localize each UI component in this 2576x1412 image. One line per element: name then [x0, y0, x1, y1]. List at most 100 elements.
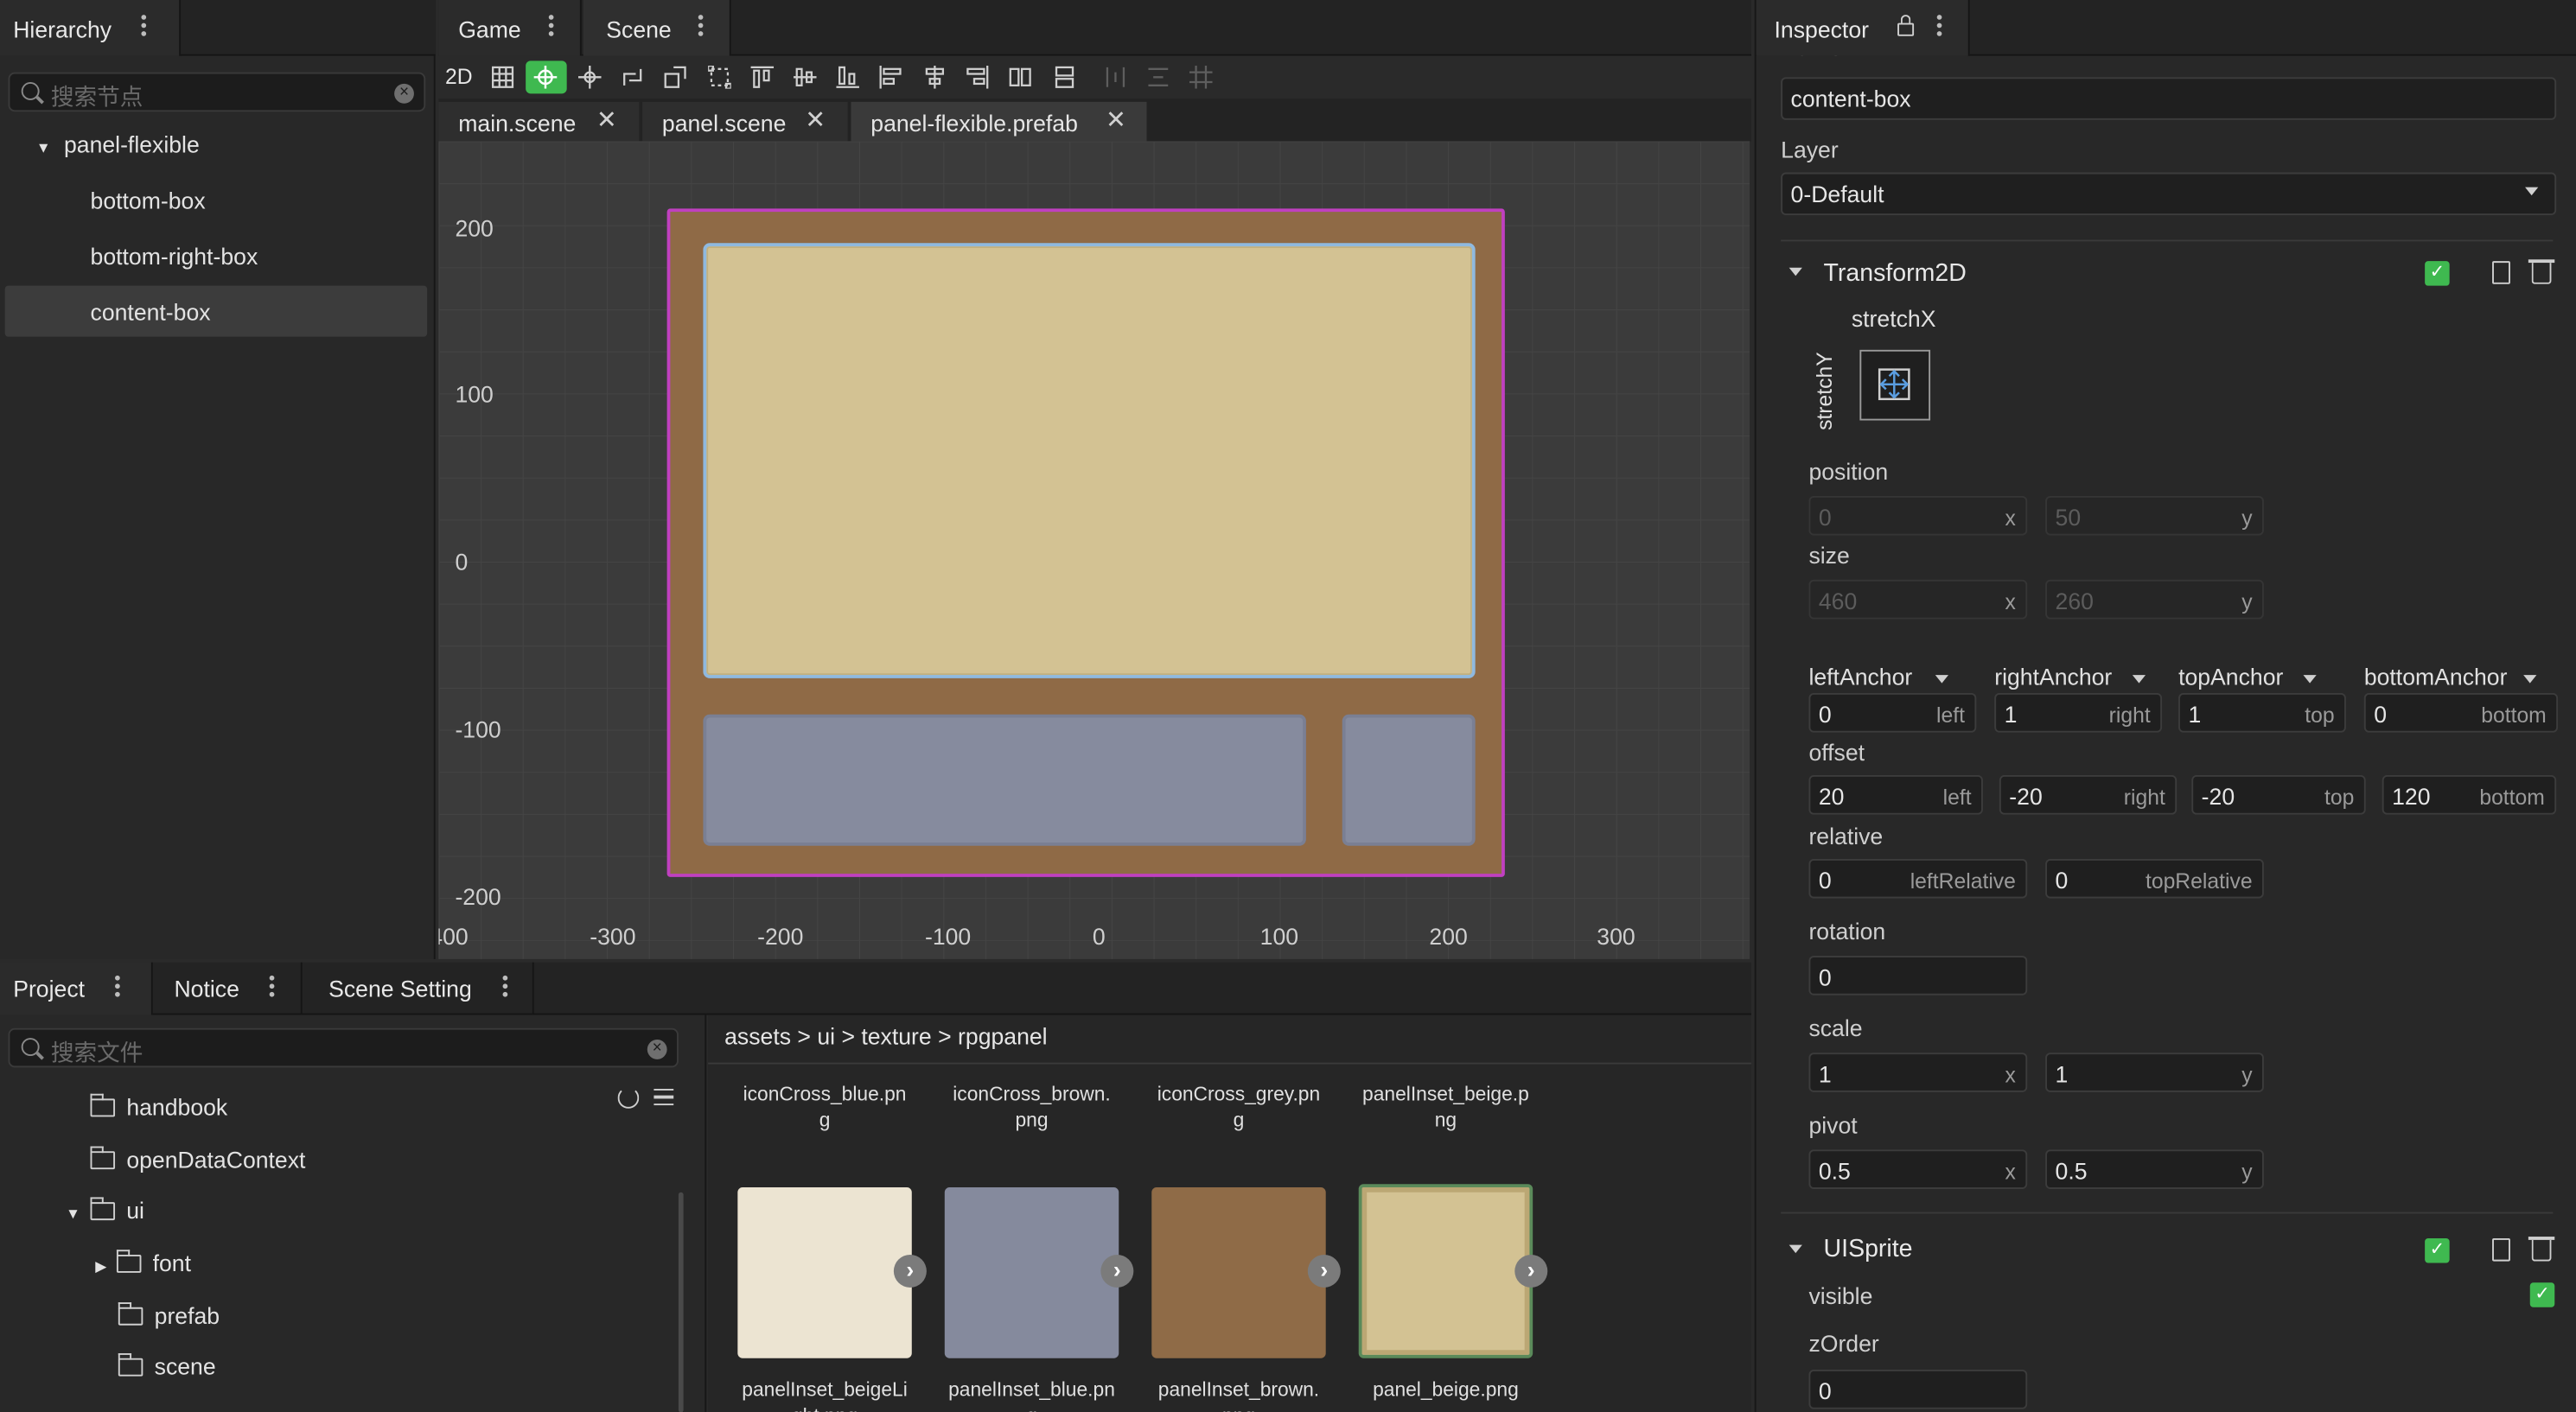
expand-icon[interactable]: ▼: [36, 140, 51, 156]
name-field[interactable]: content-box: [1781, 77, 2557, 120]
layer-select[interactable]: 0-Default: [1781, 172, 2557, 215]
asset-name[interactable]: iconCross_blue.pn g: [737, 1081, 911, 1134]
position-y-field[interactable]: 50 y: [2045, 495, 2264, 536]
lock-icon[interactable]: [1897, 15, 1915, 36]
close-icon[interactable]: ✕: [1106, 105, 1126, 135]
close-icon[interactable]: ✕: [596, 105, 617, 135]
scene-viewport[interactable]: 200 100 0 -100 -200 -400 -300 -200 -100 …: [438, 141, 1750, 959]
folder-item[interactable]: ▶ font: [95, 1250, 191, 1275]
size-x-field[interactable]: 460 x: [1808, 579, 2028, 620]
folder-item[interactable]: ▼ ui: [66, 1197, 144, 1224]
bottom-anchor-select[interactable]: bottomAnchor: [2364, 664, 2537, 690]
project-menu-icon[interactable]: [115, 974, 122, 997]
rotation-field[interactable]: 0: [1808, 956, 2028, 995]
chevron-right-icon[interactable]: ›: [1307, 1254, 1341, 1288]
scale-tool-icon[interactable]: [657, 60, 693, 93]
anchor-preset-button[interactable]: [1859, 349, 1931, 421]
uisprite-toggle-icon[interactable]: [1789, 1244, 1802, 1254]
pivot-x-field[interactable]: 0.5 x: [1808, 1149, 2028, 1189]
tree-node[interactable]: bottom-right-box: [91, 243, 258, 269]
top-relative-field[interactable]: 0 topRelative: [2045, 858, 2264, 899]
distribute-h-icon[interactable]: [1002, 60, 1038, 93]
game-menu-icon[interactable]: [548, 13, 556, 36]
align-right-icon[interactable]: [960, 60, 996, 93]
clear-icon[interactable]: ×: [394, 83, 414, 104]
offset-bottom-field[interactable]: 120 bottom: [2382, 775, 2557, 815]
scale-y-field[interactable]: 1y: [2045, 1053, 2264, 1092]
project-scrollbar[interactable]: [678, 1192, 684, 1412]
asset-thumbnail[interactable]: [737, 1187, 912, 1358]
folder-item[interactable]: handbook: [90, 1094, 228, 1120]
left-anchor-field[interactable]: 0 left: [1808, 693, 1977, 733]
bottom-box-sprite[interactable]: [703, 714, 1306, 846]
asset-name[interactable]: iconCross_grey.pn g: [1151, 1081, 1325, 1134]
expand-icon[interactable]: ▼: [66, 1205, 80, 1222]
asset-name[interactable]: iconCross_brown. png: [945, 1081, 1119, 1134]
top-anchor-select[interactable]: topAnchor: [2178, 664, 2317, 690]
folder-item[interactable]: scene: [118, 1353, 216, 1379]
space-h-icon[interactable]: [1098, 60, 1134, 93]
transform-toggle-icon[interactable]: [1789, 267, 1802, 277]
folder-item[interactable]: openDataContext: [90, 1146, 306, 1173]
folder-item[interactable]: prefab: [118, 1302, 220, 1329]
grid-icon[interactable]: [485, 60, 521, 93]
size-y-field[interactable]: 260 y: [2045, 579, 2264, 620]
hierarchy-search-input[interactable]: 搜索节点 ×: [8, 72, 426, 112]
inspector-menu-icon[interactable]: [1936, 13, 1944, 36]
list-view-icon[interactable]: [654, 1089, 674, 1106]
bottom-anchor-field[interactable]: 0 bottom: [2363, 693, 2559, 733]
tree-node-selected[interactable]: [4, 285, 428, 337]
snap-grid-icon[interactable]: [1183, 60, 1219, 93]
rotate-tool-icon[interactable]: [615, 60, 651, 93]
tree-node[interactable]: bottom-box: [91, 188, 206, 213]
uisprite-enabled-checkbox[interactable]: ✓: [2425, 1237, 2450, 1263]
asset-thumbnail[interactable]: [944, 1187, 1119, 1358]
asset-thumbnail[interactable]: [1358, 1184, 1533, 1358]
asset-name[interactable]: panel_beige.png: [1359, 1377, 1533, 1402]
panel-flexible-sprite[interactable]: [666, 208, 1505, 877]
align-hcenter-icon[interactable]: [916, 60, 953, 93]
scene-menu-icon[interactable]: [698, 13, 705, 36]
tree-node-root[interactable]: ▼ panel-flexible: [36, 131, 200, 157]
right-anchor-select[interactable]: rightAnchor: [1994, 664, 2146, 690]
offset-right-field[interactable]: -20 right: [1999, 775, 2177, 815]
tab-scene[interactable]: Scene: [583, 0, 731, 56]
offset-top-field[interactable]: -20 top: [2191, 775, 2366, 815]
asset-name[interactable]: panelInset_brown. png: [1151, 1377, 1325, 1412]
doc-tab[interactable]: main.scene ✕: [438, 101, 640, 142]
align-top-icon[interactable]: [744, 60, 781, 93]
position-x-field[interactable]: 0x: [1808, 495, 2028, 536]
visible-checkbox[interactable]: ✓: [2529, 1282, 2555, 1307]
doc-icon[interactable]: [2492, 1237, 2510, 1262]
hierarchy-tab[interactable]: Hierarchy: [0, 0, 182, 56]
tab-game[interactable]: Game: [438, 0, 582, 56]
scene-setting-menu-icon[interactable]: [502, 974, 510, 997]
doc-tab-active[interactable]: panel-flexible.prefab ✕: [851, 101, 1147, 142]
collapse-icon[interactable]: ▶: [95, 1258, 106, 1275]
hierarchy-menu-icon[interactable]: [141, 13, 148, 36]
left-relative-field[interactable]: 0 leftRelative: [1808, 858, 2028, 899]
rect-tool-icon[interactable]: [702, 60, 738, 93]
trash-icon[interactable]: [2528, 1237, 2555, 1262]
asset-name[interactable]: panelInset_beige.p ng: [1359, 1081, 1533, 1134]
zorder-field[interactable]: 0: [1808, 1370, 2028, 1409]
tab-scene-setting[interactable]: Scene Setting: [304, 962, 534, 1015]
project-search-input[interactable]: 搜索文件 ×: [8, 1027, 679, 1068]
align-vcenter-icon[interactable]: [787, 60, 823, 93]
distribute-v-icon[interactable]: [1047, 60, 1083, 93]
asset-name[interactable]: panelInset_beigeLi ght.png: [737, 1377, 911, 1412]
left-anchor-select[interactable]: leftAnchor: [1808, 664, 1949, 690]
bottom-right-box-sprite[interactable]: [1342, 714, 1476, 846]
scale-x-field[interactable]: 1x: [1808, 1053, 2028, 1092]
notice-menu-icon[interactable]: [269, 974, 277, 997]
mode-2d-button[interactable]: 2D: [445, 64, 473, 89]
offset-left-field[interactable]: 20 left: [1808, 775, 1983, 815]
pan-tool-icon[interactable]: [571, 60, 608, 93]
doc-tab[interactable]: panel.scene ✕: [642, 101, 848, 142]
chevron-right-icon[interactable]: ›: [1100, 1254, 1134, 1288]
pivot-y-field[interactable]: 0.5 y: [2045, 1149, 2264, 1189]
align-left-icon[interactable]: [872, 60, 909, 93]
asset-name[interactable]: panelInset_blue.pn g: [945, 1377, 1119, 1412]
trash-icon[interactable]: [2528, 259, 2555, 284]
chevron-right-icon[interactable]: ›: [893, 1254, 927, 1288]
